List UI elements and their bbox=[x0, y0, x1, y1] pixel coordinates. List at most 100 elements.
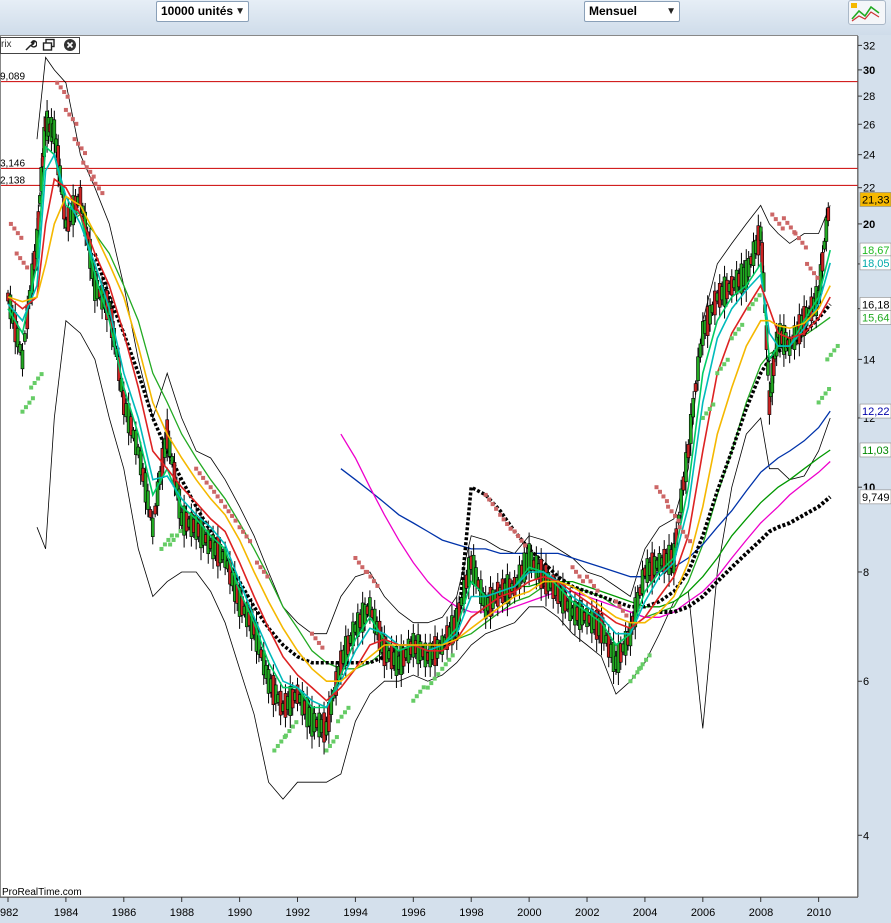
x-tick-label: 1990 bbox=[228, 907, 252, 919]
sar-dot bbox=[204, 480, 209, 485]
sar-dot bbox=[368, 574, 373, 579]
sar-dot bbox=[700, 415, 705, 420]
sar-dot bbox=[230, 513, 235, 518]
sar-dot bbox=[835, 343, 840, 348]
sar-dot bbox=[681, 529, 686, 534]
x-tick-label: 1994 bbox=[343, 907, 367, 919]
sar-dot bbox=[63, 107, 68, 112]
sar-dot bbox=[754, 297, 759, 302]
y-tick-label: 28 bbox=[863, 91, 875, 103]
sar-dot bbox=[796, 236, 801, 241]
sar-dot bbox=[666, 504, 671, 509]
sar-dot bbox=[588, 579, 593, 584]
candle-body bbox=[78, 186, 83, 207]
window-restore-icon[interactable] bbox=[42, 38, 56, 52]
sar-dot bbox=[676, 518, 681, 523]
price-chart[interactable]: 9,0893,1462,1384681012142022242628303221… bbox=[0, 0, 891, 923]
wrench-icon[interactable] bbox=[23, 38, 38, 52]
sar-dot bbox=[331, 739, 336, 744]
sar-dot bbox=[316, 640, 321, 645]
candle-body bbox=[679, 488, 683, 514]
sar-dot bbox=[14, 251, 19, 256]
value-badge-label: 15,64 bbox=[862, 312, 890, 324]
sar-dot bbox=[244, 534, 249, 539]
sar-dot bbox=[194, 466, 199, 471]
sar-dot bbox=[711, 402, 716, 407]
bollinger-lower-line bbox=[36, 319, 831, 800]
sar-dot bbox=[669, 509, 674, 514]
sar-dot bbox=[827, 387, 832, 392]
sar-dot bbox=[339, 714, 344, 719]
candle-body bbox=[20, 349, 25, 370]
value-badge-label: 11,03 bbox=[862, 445, 889, 457]
candle-body bbox=[150, 517, 155, 537]
candle-body bbox=[822, 240, 827, 250]
sar-dot bbox=[254, 560, 259, 565]
sar-dot bbox=[624, 613, 629, 618]
y-tick-label: 6 bbox=[863, 676, 869, 688]
sar-dot bbox=[265, 574, 270, 579]
candle-body bbox=[688, 414, 693, 444]
sar-dot bbox=[411, 698, 416, 703]
indicator-label: rix bbox=[1, 39, 12, 50]
x-tick-label: 2000 bbox=[517, 907, 541, 919]
sar-dot bbox=[23, 405, 28, 410]
y-tick-label: 24 bbox=[863, 150, 875, 162]
sar-dot bbox=[279, 739, 284, 744]
x-tick-label: 1988 bbox=[170, 907, 194, 919]
sar-dot bbox=[89, 177, 94, 182]
sar-dot bbox=[677, 525, 682, 530]
close-circle-icon[interactable] bbox=[63, 38, 77, 52]
sar-dot bbox=[88, 169, 93, 174]
sar-dot bbox=[162, 542, 167, 547]
sar-dot bbox=[483, 492, 488, 497]
sar-dot bbox=[375, 583, 380, 588]
level-label-0: 9,089 bbox=[0, 72, 25, 83]
candle-body bbox=[23, 333, 27, 342]
sar-dot bbox=[171, 537, 176, 542]
sar-dot bbox=[781, 216, 786, 221]
sar-dot bbox=[508, 526, 513, 531]
sar-dot bbox=[436, 672, 441, 677]
sar-dot bbox=[65, 94, 70, 99]
value-badge-label: 21,33 bbox=[862, 194, 890, 206]
sar-dot bbox=[25, 265, 30, 270]
sar-dot bbox=[647, 653, 652, 658]
sar-dot bbox=[757, 293, 762, 298]
value-badge-label: 18,05 bbox=[862, 258, 890, 270]
sar-dot bbox=[832, 348, 837, 353]
sar-dot bbox=[84, 165, 89, 170]
x-tick-label: 2004 bbox=[633, 907, 657, 919]
sar-dot bbox=[421, 685, 426, 690]
sar-dot bbox=[364, 569, 369, 574]
sar-dot bbox=[313, 636, 318, 641]
sar-dot bbox=[501, 517, 506, 522]
sar-dot bbox=[76, 141, 81, 146]
sar-dot bbox=[820, 395, 825, 400]
sar-dot bbox=[750, 302, 755, 307]
y-tick-label: 20 bbox=[863, 219, 875, 231]
sar-dot bbox=[425, 685, 430, 690]
sar-dot bbox=[93, 181, 98, 186]
sar-dot bbox=[570, 565, 575, 570]
candle-body bbox=[691, 398, 695, 418]
sar-dot bbox=[201, 475, 206, 480]
sar-dot bbox=[159, 546, 164, 551]
sar-dot bbox=[212, 489, 217, 494]
sar-dot bbox=[55, 80, 60, 85]
sar-dot bbox=[628, 679, 633, 684]
value-badge-label: 12,22 bbox=[862, 406, 890, 418]
sar-dot bbox=[516, 534, 521, 539]
x-tick-label: 982 bbox=[0, 907, 18, 919]
sar-dot bbox=[29, 385, 34, 390]
sar-dot bbox=[487, 497, 492, 502]
sar-dot bbox=[219, 499, 224, 504]
sar-dot bbox=[505, 522, 510, 527]
sar-dot bbox=[226, 509, 231, 514]
sar-dot bbox=[12, 226, 17, 231]
sar-dot bbox=[342, 710, 347, 715]
sar-dot bbox=[657, 489, 662, 494]
sar-dot bbox=[823, 391, 828, 396]
sar-dot bbox=[36, 376, 41, 381]
sar-dot bbox=[336, 719, 341, 724]
